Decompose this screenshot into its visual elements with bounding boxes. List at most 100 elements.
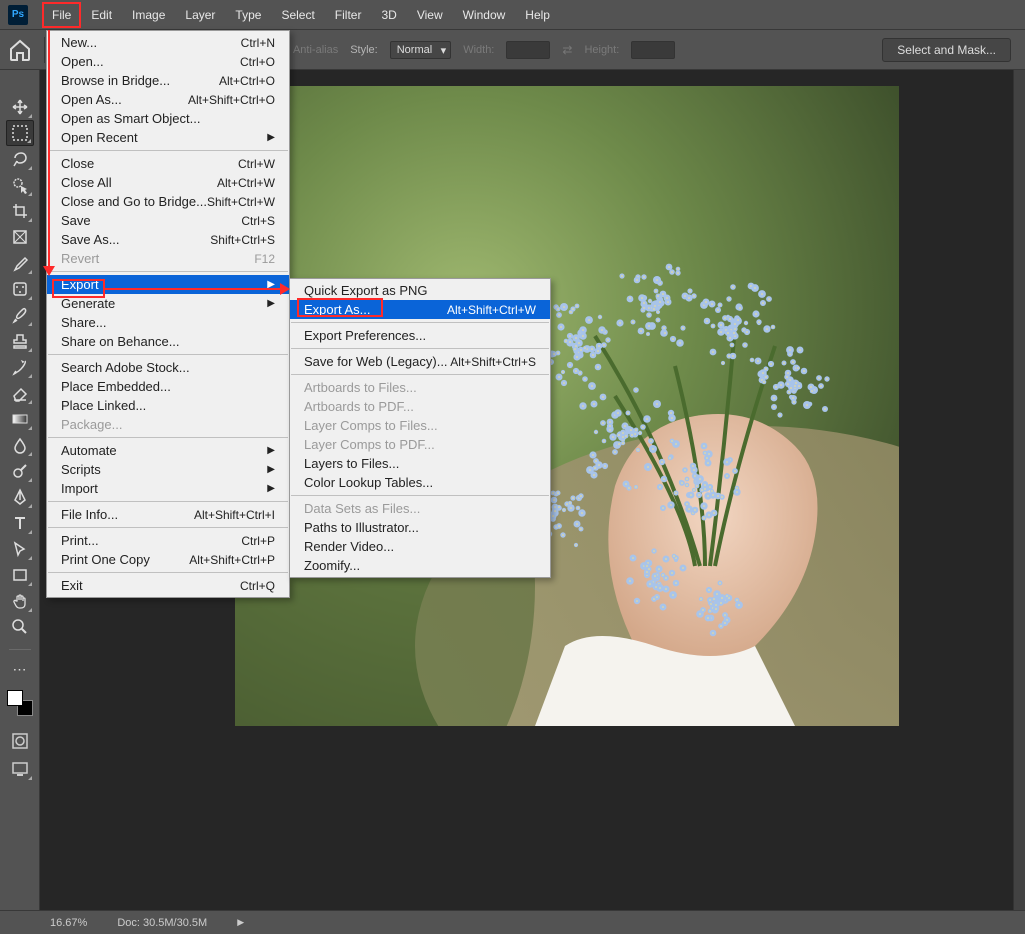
file-menu-import[interactable]: Import▶	[47, 479, 289, 498]
file-menu-save[interactable]: SaveCtrl+S	[47, 211, 289, 230]
crop-tool[interactable]	[6, 198, 34, 224]
pen-tool[interactable]	[6, 484, 34, 510]
quick-select-tool[interactable]	[6, 172, 34, 198]
file-menu-save-as[interactable]: Save As...Shift+Ctrl+S	[47, 230, 289, 249]
export-menu-quick-export-as-png[interactable]: Quick Export as PNG	[290, 281, 550, 300]
menu-3d[interactable]: 3D	[371, 2, 406, 28]
file-menu-new[interactable]: New...Ctrl+N	[47, 33, 289, 52]
export-menu-separator	[291, 322, 549, 323]
export-menu-render-video[interactable]: Render Video...	[290, 537, 550, 556]
menu-view[interactable]: View	[407, 2, 453, 28]
menu-type[interactable]: Type	[225, 2, 271, 28]
file-menu-open-recent[interactable]: Open Recent▶	[47, 128, 289, 147]
file-menu-share[interactable]: Share...	[47, 313, 289, 332]
file-menu-separator	[48, 354, 288, 355]
gradient-tool[interactable]	[6, 406, 34, 432]
menu-filter[interactable]: Filter	[325, 2, 372, 28]
file-menu-scripts[interactable]: Scripts▶	[47, 460, 289, 479]
export-menu-artboards-to-files: Artboards to Files...	[290, 378, 550, 397]
rectangle-tool[interactable]	[6, 562, 34, 588]
file-menu-open[interactable]: Open...Ctrl+O	[47, 52, 289, 71]
menu-help[interactable]: Help	[515, 2, 560, 28]
export-menu-zoomify[interactable]: Zoomify...	[290, 556, 550, 575]
color-swatches[interactable]	[7, 690, 33, 716]
file-menu-share-on-behance[interactable]: Share on Behance...	[47, 332, 289, 351]
doc-size: Doc: 30.5M/30.5M	[117, 917, 207, 929]
export-menu-layer-comps-to-pdf: Layer Comps to PDF...	[290, 435, 550, 454]
file-menu-close-and-go-to-bridge[interactable]: Close and Go to Bridge...Shift+Ctrl+W	[47, 192, 289, 211]
style-label: Style:	[350, 44, 378, 56]
path-select-tool[interactable]	[6, 536, 34, 562]
screenmode-icon[interactable]	[6, 756, 34, 782]
file-menu-browse-in-bridge[interactable]: Browse in Bridge...Alt+Ctrl+O	[47, 71, 289, 90]
file-menu-dropdown: New...Ctrl+NOpen...Ctrl+OBrowse in Bridg…	[46, 30, 290, 598]
style-select[interactable]: Normal ▾	[390, 41, 451, 59]
export-menu-separator	[291, 348, 549, 349]
brush-tool[interactable]	[6, 302, 34, 328]
file-menu-separator	[48, 271, 288, 272]
antialias-label: Anti-alias	[293, 44, 338, 56]
file-menu-close-all[interactable]: Close AllAlt+Ctrl+W	[47, 173, 289, 192]
file-menu-file-info[interactable]: File Info...Alt+Shift+Ctrl+I	[47, 505, 289, 524]
hand-tool[interactable]	[6, 588, 34, 614]
zoom-tool[interactable]	[6, 614, 34, 640]
blur-tool[interactable]	[6, 432, 34, 458]
export-menu-save-for-web-legacy[interactable]: Save for Web (Legacy)...Alt+Shift+Ctrl+S	[290, 352, 550, 371]
lasso-tool[interactable]	[6, 146, 34, 172]
file-menu-separator	[48, 501, 288, 502]
annotation-arrow-down	[48, 30, 50, 274]
file-menu-place-embedded[interactable]: Place Embedded...	[47, 377, 289, 396]
width-label: Width:	[463, 44, 494, 56]
file-menu-automate[interactable]: Automate▶	[47, 441, 289, 460]
height-input	[631, 41, 675, 59]
file-menu-print[interactable]: Print...Ctrl+P	[47, 531, 289, 550]
export-menu-layer-comps-to-files: Layer Comps to Files...	[290, 416, 550, 435]
home-icon[interactable]	[8, 38, 32, 62]
edit-toolbar-icon[interactable]: ⋯	[6, 656, 34, 682]
eraser-tool[interactable]	[6, 380, 34, 406]
eyedropper-tool[interactable]	[6, 250, 34, 276]
file-menu-exit[interactable]: ExitCtrl+Q	[47, 576, 289, 595]
menu-select[interactable]: Select	[271, 2, 324, 28]
export-menu-data-sets-as-files: Data Sets as Files...	[290, 499, 550, 518]
select-and-mask-button[interactable]: Select and Mask...	[882, 38, 1011, 62]
type-tool[interactable]	[6, 510, 34, 536]
file-menu-close[interactable]: CloseCtrl+W	[47, 154, 289, 173]
export-menu-separator	[291, 374, 549, 375]
menu-edit[interactable]: Edit	[81, 2, 122, 28]
zoom-level[interactable]: 16.67%	[50, 917, 87, 929]
export-menu-paths-to-illustrator[interactable]: Paths to Illustrator...	[290, 518, 550, 537]
swap-icon: ⇄	[562, 43, 572, 57]
history-brush-tool[interactable]	[6, 354, 34, 380]
file-menu-export[interactable]: Export▶	[47, 275, 289, 294]
export-menu-layers-to-files[interactable]: Layers to Files...	[290, 454, 550, 473]
file-menu-separator	[48, 437, 288, 438]
export-menu-export-preferences[interactable]: Export Preferences...	[290, 326, 550, 345]
foreground-swatch[interactable]	[7, 690, 23, 706]
right-panel-collapsed[interactable]	[1013, 70, 1025, 910]
file-menu-generate[interactable]: Generate▶	[47, 294, 289, 313]
menu-image[interactable]: Image	[122, 2, 175, 28]
menu-window[interactable]: Window	[453, 2, 516, 28]
file-menu-open-as-smart-object[interactable]: Open as Smart Object...	[47, 109, 289, 128]
height-label: Height:	[584, 44, 619, 56]
menu-layer[interactable]: Layer	[175, 2, 225, 28]
file-menu-search-adobe-stock[interactable]: Search Adobe Stock...	[47, 358, 289, 377]
frame-tool[interactable]	[6, 224, 34, 250]
export-menu-artboards-to-pdf: Artboards to PDF...	[290, 397, 550, 416]
healing-tool[interactable]	[6, 276, 34, 302]
file-menu-open-as[interactable]: Open As...Alt+Shift+Ctrl+O	[47, 90, 289, 109]
quickmask-icon[interactable]	[6, 728, 34, 754]
menu-file[interactable]: File	[42, 2, 81, 28]
move-tool[interactable]	[6, 94, 34, 120]
file-menu-print-one-copy[interactable]: Print One CopyAlt+Shift+Ctrl+P	[47, 550, 289, 569]
statusbar-arrow-icon[interactable]: ▶	[237, 917, 244, 928]
stamp-tool[interactable]	[6, 328, 34, 354]
toolbar: ⋯	[0, 70, 40, 910]
marquee-tool[interactable]	[6, 120, 34, 146]
dodge-tool[interactable]	[6, 458, 34, 484]
file-menu-separator	[48, 572, 288, 573]
export-menu-export-as[interactable]: Export As...Alt+Shift+Ctrl+W	[290, 300, 550, 319]
export-menu-color-lookup-tables[interactable]: Color Lookup Tables...	[290, 473, 550, 492]
file-menu-place-linked[interactable]: Place Linked...	[47, 396, 289, 415]
